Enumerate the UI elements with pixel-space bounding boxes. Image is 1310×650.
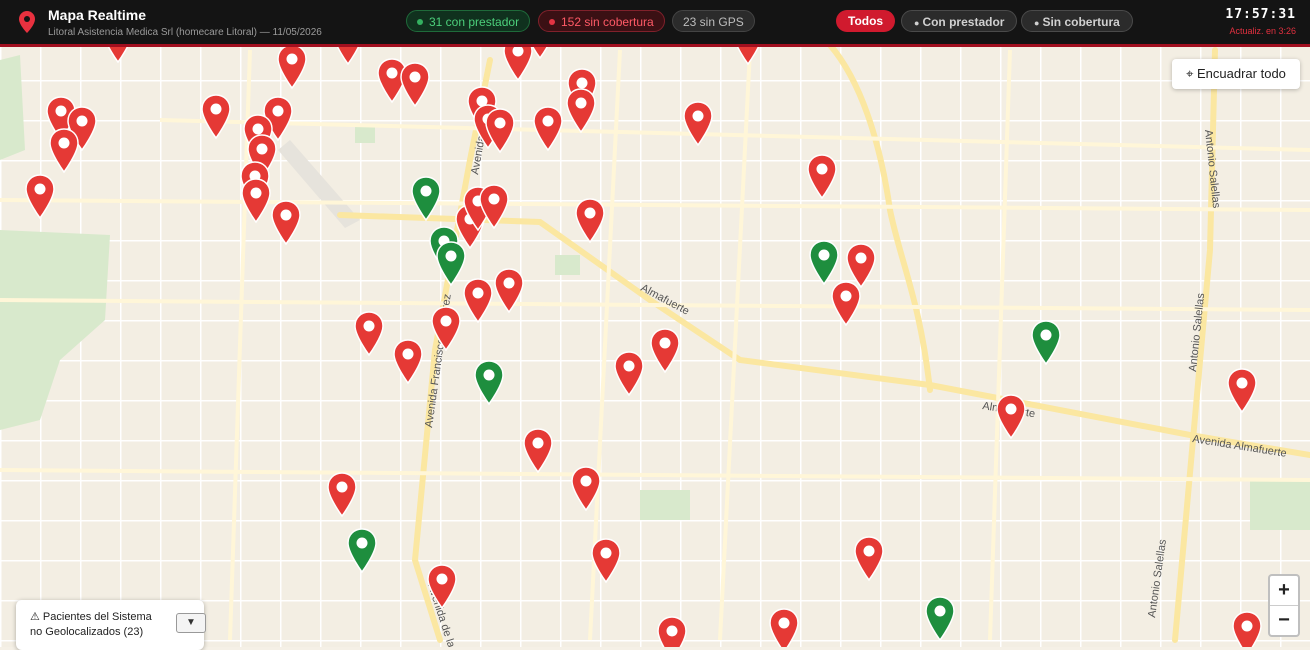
no-gps-patients-label: ⚠ Pacientes del Sistema no Geolocalizado… (30, 611, 152, 638)
without-coverage-badge: 152 sin cobertura (538, 10, 665, 32)
map-base (0, 0, 1310, 647)
expand-toggle-button[interactable]: ▼ (176, 613, 206, 633)
green-dot-icon (417, 19, 423, 25)
filter-with-provider-label: Con prestador (922, 15, 1005, 29)
page-subtitle: Litoral Asistencia Medica Srl (homecare … (48, 27, 322, 38)
zoom-in-button[interactable]: + (1270, 576, 1298, 606)
city-map[interactable]: Avenida Ramírez Almafuerte Avenida Franc… (0, 0, 1310, 647)
top-bar: Mapa Realtime Litoral Asistencia Medica … (0, 0, 1310, 47)
filter-all-label: Todos (848, 14, 884, 28)
zoom-out-button[interactable]: − (1270, 606, 1298, 635)
with-provider-badge: 31 con prestador (406, 10, 531, 32)
no-gps-badge: 23 sin GPS (672, 10, 755, 32)
no-gps-patients-panel: ⚠ Pacientes del Sistema no Geolocalizado… (16, 600, 206, 650)
bullet-icon: ● (1034, 18, 1040, 28)
update-countdown: Actualiz. en 3:26 (1229, 26, 1296, 36)
location-pin-icon (19, 11, 35, 33)
with-provider-count: 31 con prestador (429, 15, 520, 29)
without-coverage-count: 152 sin cobertura (561, 15, 654, 29)
page-title: Mapa Realtime (48, 7, 147, 23)
marker-without-coverage-pin-icon[interactable] (657, 616, 687, 647)
filter-without-coverage-button[interactable]: ● Sin cobertura (1021, 10, 1133, 32)
filter-without-coverage-label: Sin cobertura (1042, 15, 1120, 29)
red-dot-icon (549, 19, 555, 25)
fit-all-button[interactable]: ⌖ Encuadrar todo (1172, 59, 1300, 89)
bullet-icon: ● (914, 18, 920, 28)
zoom-control: + − (1268, 574, 1300, 637)
clock: 17:57:31 (1225, 7, 1296, 22)
no-gps-count: 23 sin GPS (683, 15, 744, 29)
filter-with-provider-button[interactable]: ● Con prestador (901, 10, 1018, 32)
filter-all-button[interactable]: Todos (836, 10, 896, 32)
